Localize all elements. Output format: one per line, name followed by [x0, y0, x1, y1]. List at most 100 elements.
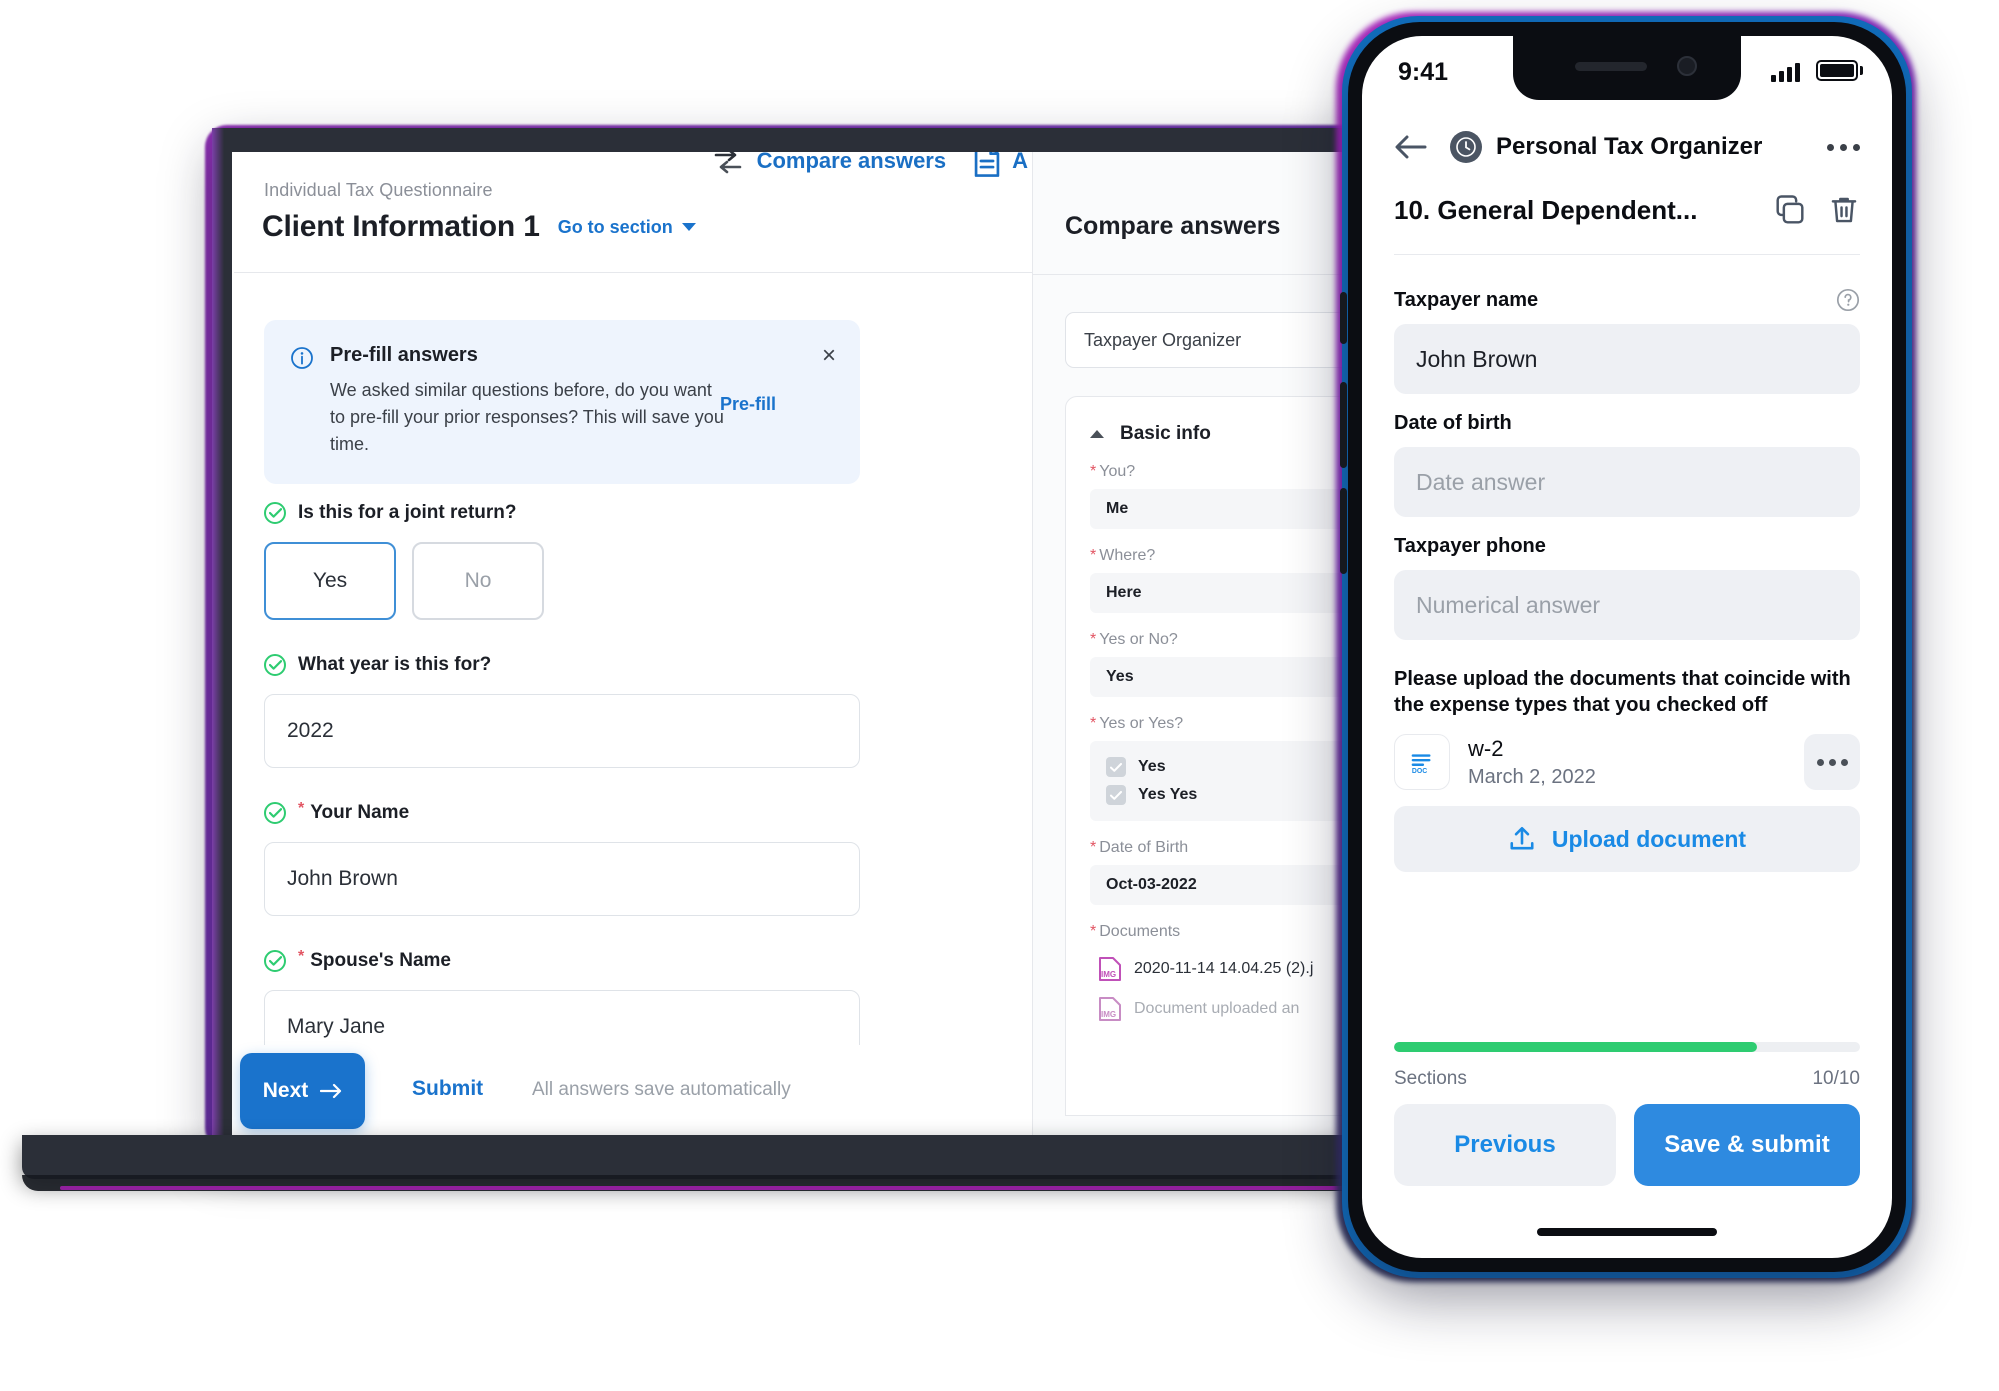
prefill-banner: Pre-fill answers We asked similar questi… — [264, 320, 860, 484]
screenshot-stage: Individual Tax Questionnaire Client Info… — [0, 0, 1999, 1391]
back-arrow-icon[interactable] — [1394, 132, 1428, 162]
check-circle-icon — [264, 802, 286, 824]
question-label-row: What year is this for? — [264, 654, 860, 676]
section-actions — [1774, 194, 1860, 226]
phone-nav-bar: Personal Tax Organizer — [1362, 114, 1892, 180]
phone-section-header: 10. General Dependent... — [1362, 194, 1892, 226]
phone-speaker — [1575, 62, 1647, 71]
upload-document-button[interactable]: Upload document — [1394, 806, 1860, 872]
taxpayer-phone-input[interactable]: Numerical answer — [1394, 570, 1860, 640]
previous-button[interactable]: Previous — [1394, 1104, 1616, 1186]
tax-year-input[interactable]: 2022 — [264, 694, 860, 768]
phone-progress: Sections 10/10 — [1394, 1042, 1860, 1090]
attach-action[interactable]: A — [972, 152, 1028, 178]
uploaded-file-date: March 2, 2022 — [1468, 765, 1596, 788]
progress-label: Sections — [1394, 1068, 1467, 1089]
compare-question-text: You? — [1099, 463, 1136, 480]
duplicate-icon[interactable] — [1774, 194, 1806, 226]
prefill-link[interactable]: Pre-fill — [720, 394, 776, 415]
compare-question-text: Date of Birth — [1099, 839, 1189, 856]
your-name-input[interactable]: John Brown — [264, 842, 860, 916]
next-button[interactable]: Next — [240, 1053, 365, 1129]
compare-check-row: Yes Yes — [1106, 781, 1354, 809]
checkbox-checked-icon — [1106, 785, 1126, 805]
battery-icon — [1816, 60, 1858, 81]
compare-check-label: Yes — [1138, 758, 1166, 775]
submit-button[interactable]: Submit — [412, 1077, 483, 1101]
phone-home-indicator — [1537, 1228, 1717, 1236]
question-label: Your Name — [310, 802, 410, 823]
yes-no-options: Yes No — [264, 542, 860, 620]
option-yes[interactable]: Yes — [264, 542, 396, 620]
uploaded-file-row: DOC w-2 March 2, 2022 — [1394, 734, 1860, 790]
arrow-right-icon — [320, 1083, 342, 1099]
laptop-device: Individual Tax Questionnaire Client Info… — [0, 0, 1422, 1200]
trash-icon[interactable] — [1828, 194, 1860, 226]
option-no[interactable]: No — [412, 542, 544, 620]
question-label-row: * Your Name — [264, 800, 860, 824]
field-label-text: Taxpayer phone — [1394, 535, 1546, 557]
help-icon[interactable] — [1836, 288, 1860, 312]
date-of-birth-input[interactable]: Date answer — [1394, 447, 1860, 517]
progress-bar — [1394, 1042, 1860, 1052]
next-label: Next — [262, 1079, 309, 1102]
field-label-taxpayer-phone: Taxpayer phone — [1394, 535, 1860, 558]
header-actions: Compare answers A — [713, 152, 1028, 178]
laptop-screen: Individual Tax Questionnaire Client Info… — [232, 152, 1422, 1137]
taxpayer-name-input[interactable]: John Brown — [1394, 324, 1860, 394]
check-circle-icon — [264, 654, 286, 676]
attach-action-label: A — [1012, 152, 1028, 173]
progress-meta: Sections 10/10 — [1394, 1068, 1860, 1090]
status-time: 9:41 — [1398, 58, 1449, 86]
field-label-text: Taxpayer name — [1394, 288, 1539, 311]
checkbox-checked-icon — [1106, 757, 1126, 777]
required-asterisk: * — [298, 948, 305, 965]
prefill-title: Pre-fill answers — [330, 344, 478, 366]
image-file-icon: IMG — [1099, 997, 1121, 1021]
page-title-row: Client Information 1 Go to section — [262, 210, 696, 244]
compare-file-name: Document uploaded an — [1134, 1000, 1300, 1017]
laptop-bezel-edge — [212, 128, 234, 1146]
clock-icon — [1450, 131, 1482, 163]
more-options-icon[interactable] — [1827, 143, 1860, 151]
compare-panel-title: Compare answers — [1065, 212, 1281, 240]
autosave-note: All answers save automatically — [532, 1079, 791, 1100]
close-icon[interactable]: × — [822, 344, 836, 368]
document-icon — [974, 152, 1000, 177]
compare-file-name: 2020-11-14 14.04.25 (2).j — [1134, 960, 1314, 977]
phone-volume-up-button[interactable] — [1340, 382, 1347, 468]
question-your-name: * Your Name John Brown — [264, 800, 860, 916]
save-submit-button[interactable]: Save & submit — [1634, 1104, 1860, 1186]
signal-icon — [1771, 62, 1800, 82]
compare-question-text: Yes or No? — [1099, 631, 1178, 648]
progress-bar-fill — [1394, 1042, 1758, 1052]
field-label-date-of-birth: Date of birth — [1394, 412, 1860, 435]
questions-list: Is this for a joint return? Yes No What … — [264, 502, 860, 1120]
doc-file-icon: DOC — [1394, 734, 1450, 790]
organizer-select-value: Taxpayer Organizer — [1084, 329, 1242, 350]
svg-text:IMG: IMG — [1101, 970, 1116, 979]
progress-count: 10/10 — [1812, 1068, 1860, 1089]
phone-screen: 9:41 Personal Tax Organizer 10. General … — [1362, 36, 1892, 1258]
compare-answers-button[interactable]: Compare answers — [713, 152, 947, 174]
upload-document-label: Upload document — [1551, 825, 1747, 852]
phone-footer: Previous Save & submit — [1394, 1104, 1860, 1186]
phone-device: 9:41 Personal Tax Organizer 10. General … — [1318, 2, 1938, 1292]
chevron-down-icon — [681, 223, 696, 231]
phone-volume-down-button[interactable] — [1340, 488, 1347, 574]
file-more-options-icon[interactable] — [1804, 734, 1860, 790]
image-file-icon: IMG — [1099, 957, 1121, 981]
laptop-base-glow — [60, 1186, 1410, 1190]
phone-notch — [1513, 36, 1741, 100]
go-to-section-dropdown[interactable]: Go to section — [558, 217, 696, 238]
phone-front-camera — [1677, 56, 1697, 76]
prefill-body: We asked similar questions before, do yo… — [330, 380, 724, 454]
upload-icon — [1510, 826, 1534, 850]
compare-answers-label: Compare answers — [756, 152, 947, 173]
question-tax-year: What year is this for? 2022 — [264, 654, 860, 768]
compare-check-row: Yes — [1106, 753, 1354, 781]
phone-mute-button[interactable] — [1340, 292, 1347, 344]
compare-question-text: Yes or Yes? — [1099, 715, 1184, 732]
phone-section-divider — [1394, 254, 1860, 255]
phone-form: Taxpayer name John Brown Date of birth D… — [1362, 270, 1892, 872]
